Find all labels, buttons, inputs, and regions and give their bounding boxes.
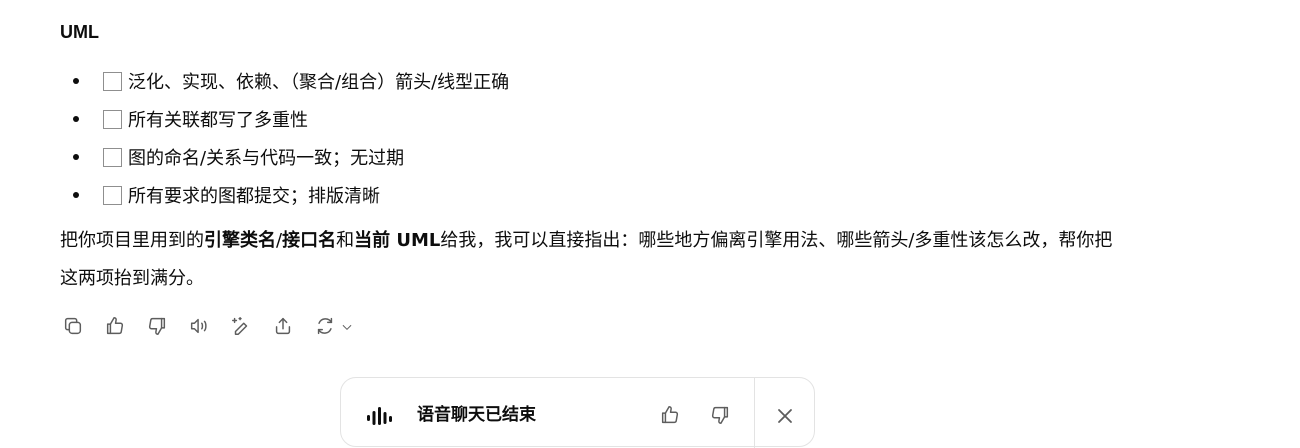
bullet-icon <box>73 192 79 198</box>
checklist-item-label: 泛化、实现、依赖、（聚合/组合）箭头/线型正确 <box>128 72 510 93</box>
checkbox[interactable] <box>103 147 122 167</box>
thumbs-down-icon[interactable] <box>144 313 170 339</box>
checklist-item-label: 图的命名/关系与代码一致；无过期 <box>128 148 405 169</box>
thumbs-down-icon[interactable] <box>709 404 731 430</box>
para-bold-engine-class: 引擎类名 <box>204 230 276 251</box>
para-bold-uml: 当前 UML <box>354 230 441 251</box>
voice-chat-ended-card: 语音聊天已结束 <box>340 377 815 448</box>
checklist-item-label: 所有关联都写了多重性 <box>128 110 308 131</box>
bullet-icon <box>73 154 79 160</box>
response-paragraph: 把你项目里用到的引擎类名/接口名和当前 UML给我，我可以直接指出：哪些地方偏离… <box>60 222 1120 298</box>
checklist-item: 所有关联都写了多重性 <box>60 100 509 138</box>
regenerate-icon[interactable] <box>312 313 338 339</box>
share-icon[interactable] <box>270 313 296 339</box>
bullet-icon <box>73 78 79 84</box>
section-heading: UML <box>60 22 99 42</box>
thumbs-up-icon[interactable] <box>102 313 128 339</box>
checklist-item: 所有要求的图都提交；排版清晰 <box>60 176 509 214</box>
checkbox[interactable] <box>103 109 122 129</box>
checkbox[interactable] <box>103 71 122 91</box>
close-icon[interactable] <box>775 406 795 430</box>
bullet-icon <box>73 116 79 122</box>
para-text: 和 <box>336 230 355 251</box>
checkbox[interactable] <box>103 185 122 205</box>
thumbs-up-icon[interactable] <box>659 404 681 430</box>
voice-wave-icon <box>367 406 393 430</box>
para-text: 把你项目里用到的 <box>60 230 204 251</box>
copy-icon[interactable] <box>60 313 86 339</box>
message-actions <box>60 313 354 339</box>
voice-card-title: 语音聊天已结束 <box>417 405 536 425</box>
read-aloud-icon[interactable] <box>186 313 212 339</box>
checklist-item-label: 所有要求的图都提交；排版清晰 <box>128 186 380 207</box>
chevron-down-icon[interactable] <box>340 319 354 333</box>
divider <box>754 378 755 448</box>
checklist-item: 图的命名/关系与代码一致；无过期 <box>60 138 509 176</box>
checklist: 泛化、实现、依赖、（聚合/组合）箭头/线型正确 所有关联都写了多重性 图的命名/… <box>60 62 509 214</box>
para-bold-interface: 接口名 <box>282 230 337 251</box>
edit-sparkle-icon[interactable] <box>228 313 254 339</box>
checklist-item: 泛化、实现、依赖、（聚合/组合）箭头/线型正确 <box>60 62 509 100</box>
